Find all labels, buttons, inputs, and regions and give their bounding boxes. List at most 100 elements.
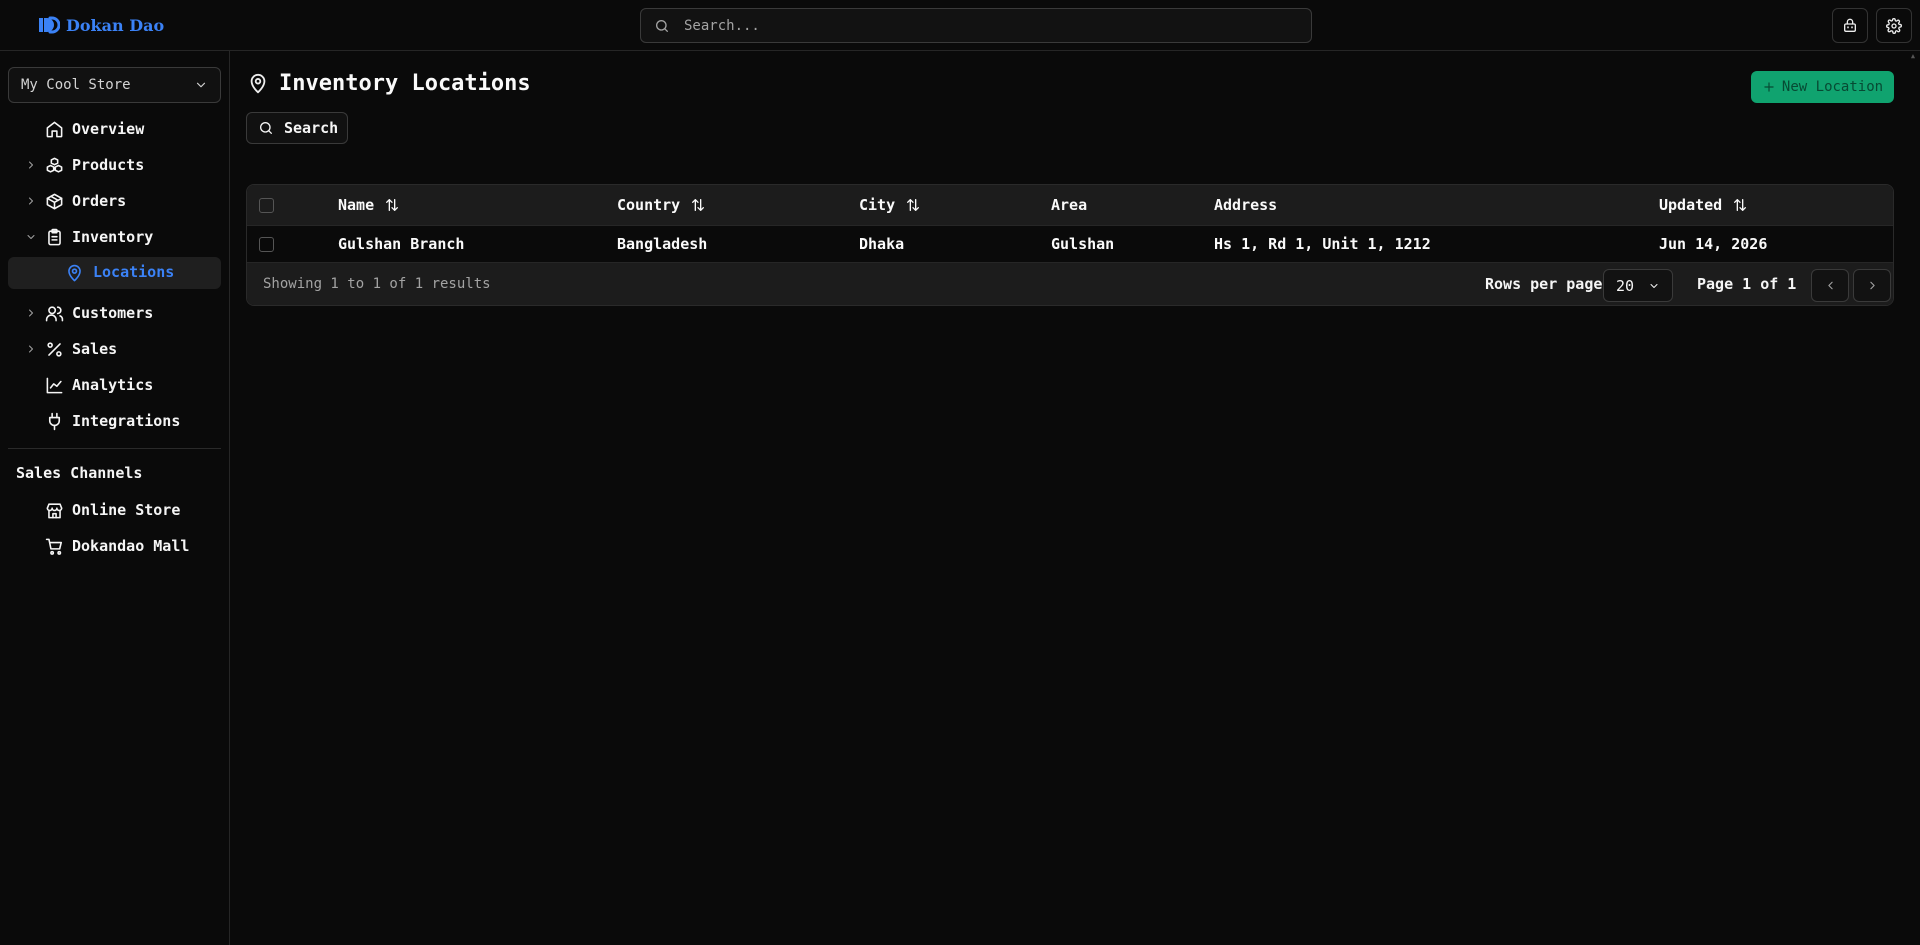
row-select-cell [259,226,274,262]
cart-icon [44,536,64,556]
select-all-cell [259,185,274,225]
sidebar-item-integrations[interactable]: Integrations [0,406,222,436]
sidebar-item-label: Customers [72,304,154,322]
brand-name: Dokan Dao [66,15,165,35]
column-header-area: Area [1051,185,1087,225]
home-icon [44,119,64,139]
gear-icon [1886,17,1902,34]
chevron-down-icon [194,78,208,92]
storefront-icon [44,500,64,520]
locations-table: Name Country City Area Address Updated G… [246,184,1894,306]
column-label: Country [617,196,681,214]
store-selector[interactable]: My Cool Store [8,67,221,103]
page-title: Inventory Locations [279,71,531,96]
column-label: City [859,196,896,214]
sidebar-item-sales[interactable]: Sales [0,334,222,364]
search-button[interactable]: Search [246,112,348,144]
chevron-right-icon[interactable] [25,159,37,171]
chevron-down-icon[interactable] [25,231,37,243]
store-bag-icon [1842,18,1858,34]
cell-area: Gulshan [1051,235,1115,253]
plug-icon [44,411,64,431]
sidebar-item-label: Analytics [72,376,154,394]
cell-updated: Jun 14, 2026 [1659,235,1768,253]
dokan-dao-logo-icon [38,16,60,34]
sidebar-item-label: Products [72,156,145,174]
sidebar-item-online-store[interactable]: Online Store [0,495,222,525]
rows-per-page-select[interactable]: 20 [1603,269,1673,302]
sidebar-item-label: Online Store [72,501,181,519]
sidebar-item-inventory[interactable]: Inventory [0,222,222,252]
sort-icon[interactable] [1732,197,1748,213]
sidebar-item-label: Locations [93,263,175,281]
column-header-city[interactable]: City [859,185,921,225]
sort-icon[interactable] [905,197,921,213]
table-row[interactable]: Gulshan Branch Bangladesh Dhaka Gulshan … [247,225,1893,262]
search-icon [258,120,274,136]
select-all-checkbox[interactable] [259,197,274,213]
sidebar-item-customers[interactable]: Customers [0,298,222,328]
chevron-right-icon [1866,279,1879,292]
chevron-left-icon [1824,279,1837,292]
percent-icon [44,339,64,359]
cell-name[interactable]: Gulshan Branch [338,226,464,262]
column-label: Name [338,196,375,214]
search-icon [654,18,670,34]
table-header: Name Country City Area Address Updated [247,185,1893,225]
column-label: Updated [1659,196,1723,214]
chevron-right-icon[interactable] [25,195,37,207]
sidebar-item-label: Sales [72,340,118,358]
sidebar-item-overview[interactable]: Overview [0,114,222,144]
rows-per-page-value: 20 [1616,276,1635,295]
cell-address: Hs 1, Rd 1, Unit 1, 1212 [1214,235,1431,253]
cell-city: Dhaka [859,235,905,253]
global-search-input[interactable] [684,17,1264,34]
map-pin-icon [64,263,84,283]
sidebar-item-locations[interactable]: Locations [8,257,221,289]
sidebar-item-analytics[interactable]: Analytics [0,370,222,400]
results-summary: Showing 1 to 1 of 1 results [263,276,491,292]
column-label: Area [1051,196,1088,214]
global-search[interactable] [640,8,1312,43]
sidebar-item-label: Dokandao Mall [72,537,190,555]
search-button-label: Search [284,119,339,137]
column-header-name[interactable]: Name [338,185,400,225]
column-header-country[interactable]: Country [617,185,706,225]
next-page-button[interactable] [1853,269,1891,302]
sort-icon[interactable] [384,197,400,213]
store-selector-value: My Cool Store [21,77,131,93]
sidebar-item-label: Integrations [72,412,181,430]
sidebar-item-orders[interactable]: Orders [0,186,222,216]
boxes-icon [44,155,64,175]
line-chart-icon [44,375,64,395]
package-icon [44,191,64,211]
sidebar-item-dokandao-mall[interactable]: Dokandao Mall [0,531,222,561]
chevron-right-icon[interactable] [25,343,37,355]
sales-channels-heading: Sales Channels [16,464,143,482]
settings-button[interactable] [1876,8,1912,43]
sidebar-item-label: Overview [72,120,145,138]
store-bag-button[interactable] [1832,8,1868,43]
chevron-right-icon[interactable] [25,307,37,319]
table-footer: Showing 1 to 1 of 1 results Rows per pag… [247,262,1893,305]
sort-icon[interactable] [690,197,706,213]
previous-page-button[interactable] [1811,269,1849,302]
sidebar-divider [8,448,221,449]
sidebar-item-products[interactable]: Products [0,150,222,180]
column-header-updated[interactable]: Updated [1659,185,1748,225]
rows-per-page-label: Rows per page [1485,275,1603,293]
brand-logo[interactable]: Dokan Dao [38,13,164,37]
sidebar-item-label: Orders [72,192,127,210]
cell-country: Bangladesh [617,235,708,253]
chevron-down-icon [1648,280,1660,292]
map-pin-icon [247,73,269,95]
new-location-button[interactable]: New Location [1751,71,1894,103]
column-label: Address [1214,196,1278,214]
top-bar: Dokan Dao [0,0,1920,51]
plus-icon [1762,80,1776,94]
clipboard-icon [44,227,64,247]
row-checkbox[interactable] [259,236,274,252]
new-location-label: New Location [1781,79,1884,95]
main-content: Inventory Locations New Location Search … [231,51,1920,945]
page-header: Inventory Locations [247,71,531,96]
